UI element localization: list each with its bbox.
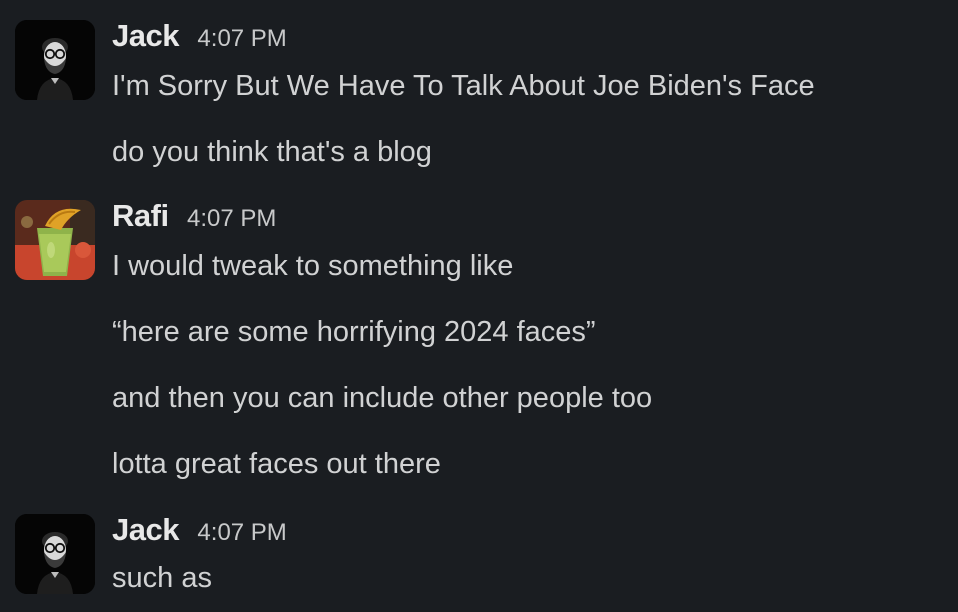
timestamp[interactable]: 4:07 PM bbox=[197, 25, 286, 52]
message-group-jack-2: Jack 4:07 PM such as bbox=[0, 500, 958, 612]
message-text: I would tweak to something like bbox=[112, 250, 514, 282]
timestamp[interactable]: 4:07 PM bbox=[187, 205, 276, 232]
avatar[interactable] bbox=[15, 514, 95, 594]
avatar[interactable] bbox=[15, 200, 95, 280]
message-header: Jack 4:07 PM bbox=[112, 512, 287, 548]
message-text: such as bbox=[112, 562, 212, 594]
message-text: “here are some horrifying 2024 faces” bbox=[112, 316, 596, 348]
author-name[interactable]: Jack bbox=[112, 512, 179, 547]
man-with-glasses-avatar-icon bbox=[15, 514, 95, 594]
message-header: Rafi 4:07 PM bbox=[112, 198, 276, 234]
message-group-jack-1: Jack 4:07 PM I'm Sorry But We Have To Ta… bbox=[0, 0, 958, 190]
message-text: and then you can include other people to… bbox=[112, 382, 653, 414]
timestamp[interactable]: 4:07 PM bbox=[197, 519, 286, 546]
avatar[interactable] bbox=[15, 20, 95, 100]
message-text: lotta great faces out there bbox=[112, 448, 441, 480]
author-name[interactable]: Rafi bbox=[112, 198, 169, 233]
message-header: Jack 4:07 PM bbox=[112, 18, 287, 54]
message-text: I'm Sorry But We Have To Talk About Joe … bbox=[112, 70, 815, 102]
message-text: do you think that's a blog bbox=[112, 136, 432, 168]
green-cocktail-avatar-icon bbox=[15, 200, 95, 280]
author-name[interactable]: Jack bbox=[112, 18, 179, 53]
man-with-glasses-avatar-icon bbox=[15, 20, 95, 100]
message-group-rafi: Rafi 4:07 PM I would tweak to something … bbox=[0, 190, 958, 490]
